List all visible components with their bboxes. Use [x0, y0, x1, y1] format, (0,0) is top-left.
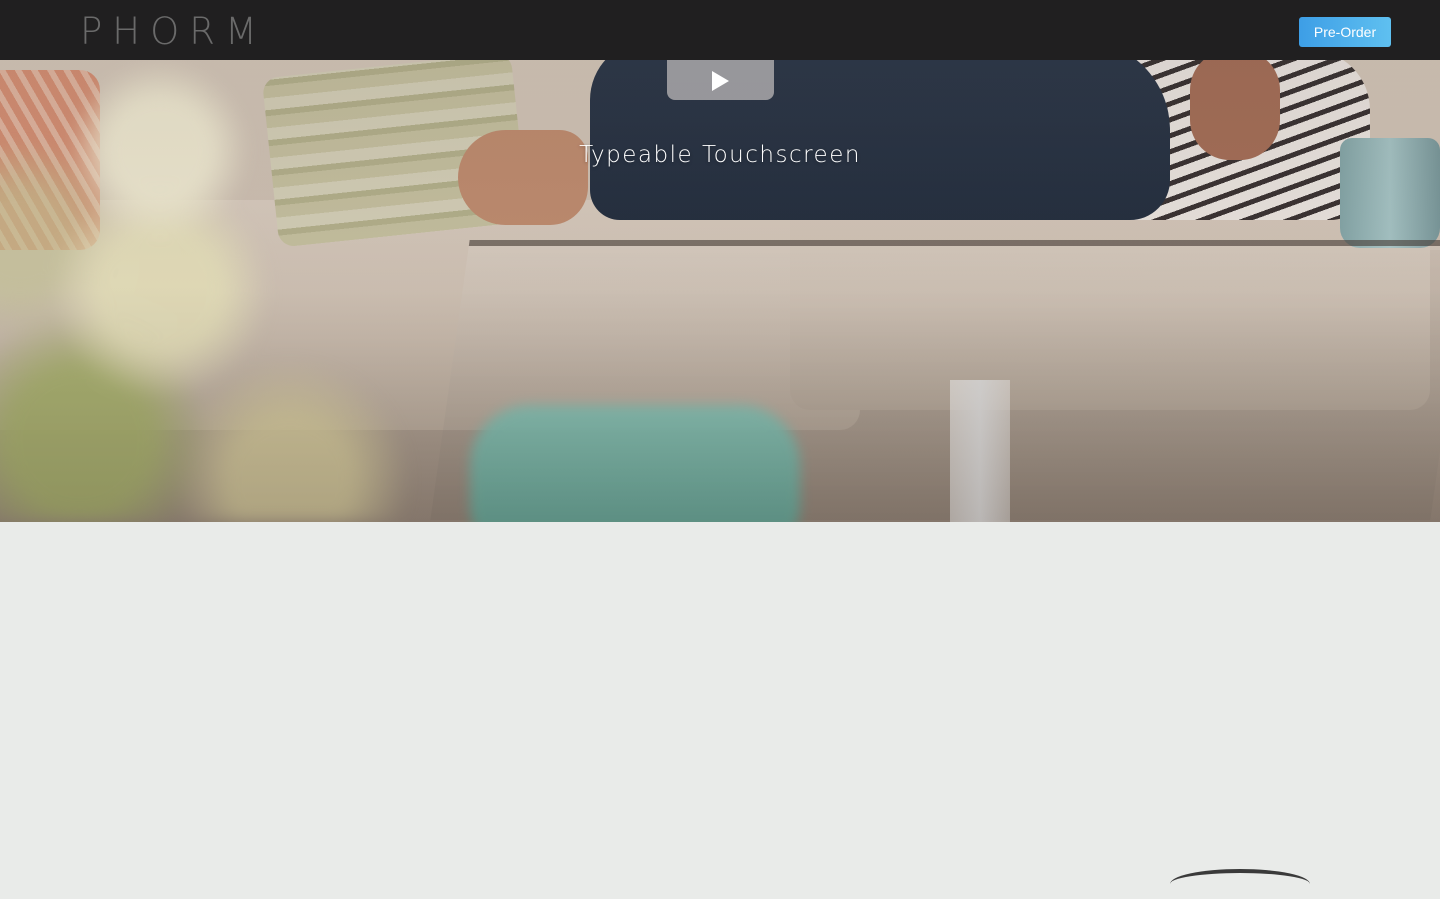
phorm-logo[interactable]: PHORM — [80, 10, 267, 53]
product-section — [0, 522, 1440, 880]
play-icon — [712, 71, 729, 91]
hero-title: Typeable Touchscreen — [579, 142, 861, 168]
top-navigation-bar: PHORM Pre-Order — [0, 0, 1440, 60]
hero-overlay — [0, 60, 1440, 522]
hero-video-banner: Typeable Touchscreen — [0, 60, 1440, 522]
pre-order-button[interactable]: Pre-Order — [1299, 17, 1391, 47]
video-play-button[interactable] — [667, 60, 774, 100]
device-image-edge — [1170, 869, 1310, 899]
